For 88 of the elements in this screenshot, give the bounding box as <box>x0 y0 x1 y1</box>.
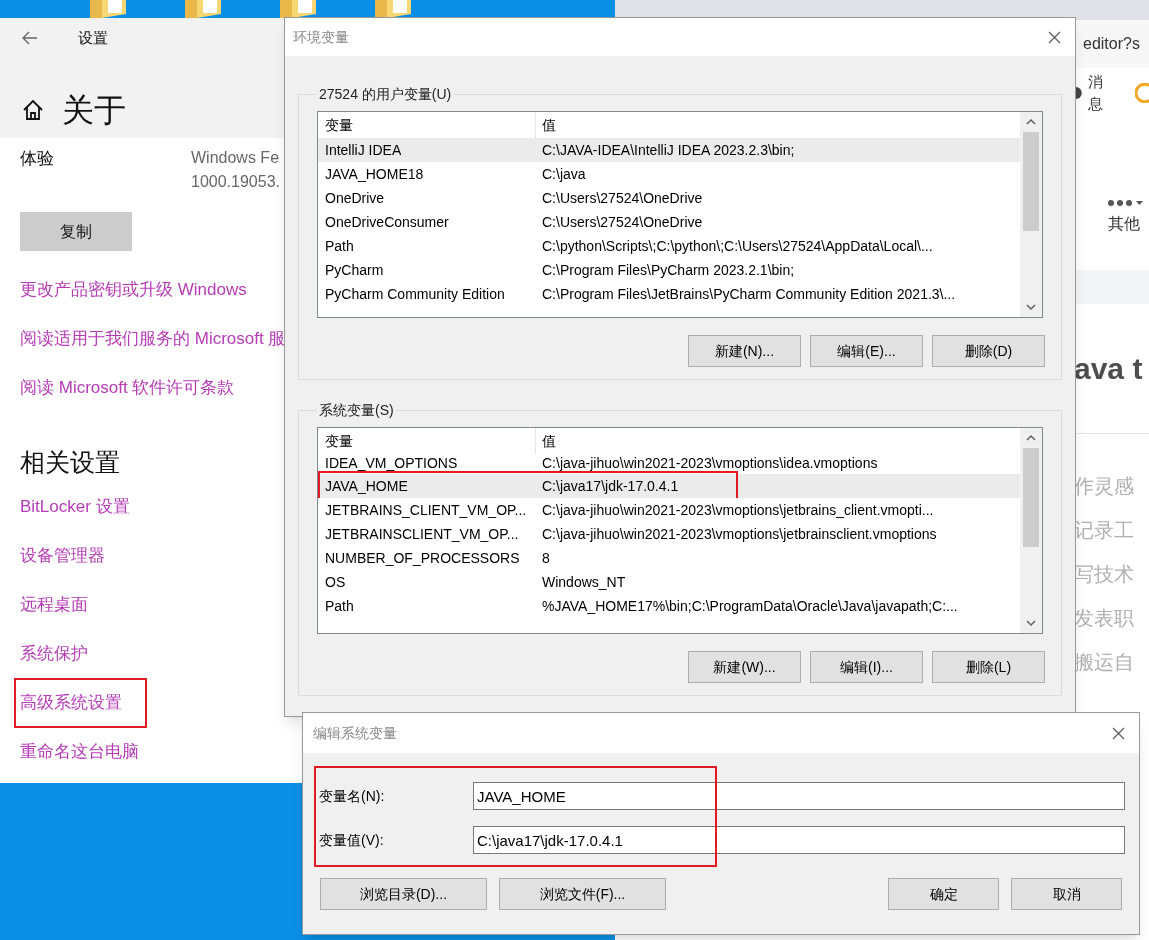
table-cell-text: OneDrive <box>324 188 386 208</box>
page-heading: 关于 <box>62 91 126 130</box>
article-heading: ava t <box>1074 351 1143 387</box>
dialog-button[interactable]: 新建(N)... <box>688 335 801 367</box>
more-dots-icon[interactable] <box>1108 198 1144 208</box>
table-cell-text: Path <box>324 596 355 616</box>
article-line: 记录工 <box>1074 518 1135 543</box>
window-title: 编辑系统变量 <box>313 723 397 743</box>
table-cell-text: %JAVA_HOME17%\bin;C:\ProgramData\Oracle\Java\javapath;C:... <box>541 596 958 616</box>
settings-link[interactable]: BitLocker 设置 <box>20 496 130 516</box>
section-heading: 相关设置 <box>20 447 120 478</box>
list-row[interactable]: JAVA_HOME C:\java17\jdk-17.0.4.1 <box>318 474 1020 498</box>
copy-button[interactable]: 复制 <box>20 212 132 251</box>
table-cell-text: IDEA_VM_OPTIONS <box>324 454 459 473</box>
table-cell-text: NUMBER_OF_PROCESSORS <box>324 548 521 568</box>
settings-link[interactable]: 设备管理器 <box>20 545 105 565</box>
table-cell-text: C:\java17\jdk-17.0.4.1 <box>541 476 679 496</box>
table-cell-text: PyCharm Community Edition <box>324 284 506 304</box>
dialog-button[interactable]: 浏览目录(D)... <box>320 878 487 910</box>
group-title: 27524 的用户变量(U) <box>318 85 453 104</box>
dialog-button[interactable]: 取消 <box>1011 878 1122 910</box>
column-header[interactable]: 值 <box>536 428 1020 454</box>
table-cell-text: C:\java-jihuo\win2021-2023\vmoptions\jetbrains_client.vmopti... <box>541 500 934 520</box>
chevron-up-icon[interactable] <box>1026 434 1036 442</box>
table-cell-text: JETBRAINS_CLIENT_VM_OP... <box>324 500 528 520</box>
table-cell-text: C:\Users\27524\OneDrive <box>541 188 703 208</box>
table-cell-text: C:\Program Files\PyCharm 2023.2.1\bin; <box>541 260 795 280</box>
article-line: 发表职 <box>1074 606 1135 631</box>
table-cell-text: C:\Users\27524\OneDrive <box>541 212 703 232</box>
scrollbar[interactable] <box>1020 428 1042 633</box>
folder-icon[interactable] <box>88 0 128 18</box>
folder-icon[interactable] <box>373 0 413 18</box>
table-cell-text: C:\java-jihuo\win2021-2023\vmoptions\idea.vmoptions <box>541 454 878 473</box>
table-cell-text: JAVA_HOME18 <box>324 164 425 184</box>
spec-label: 体验 <box>20 148 55 170</box>
table-cell-text: C:\python\Scripts\;C:\python\;C:\Users\27524\AppData\Local\... <box>541 236 933 256</box>
messages-link[interactable]: 消息 <box>1087 70 1118 116</box>
dialog-button[interactable]: 编辑(I)... <box>810 651 923 683</box>
column-header[interactable]: 值 <box>536 112 1020 138</box>
field-label: 变量值(V): <box>319 830 385 850</box>
table-cell-text: IntelliJ IDEA <box>324 140 403 160</box>
table-cell-text: JETBRAINSCLIENT_VM_OP... <box>324 524 520 544</box>
folder-icon[interactable] <box>183 0 223 18</box>
more-label[interactable]: 其他 <box>1108 212 1140 236</box>
table-cell-text: 8 <box>541 548 550 568</box>
input-field[interactable]: C:\java17\jdk-17.0.4.1 <box>473 826 1125 854</box>
chevron-down-icon[interactable] <box>1026 619 1036 627</box>
input-field[interactable]: JAVA_HOME <box>473 782 1125 810</box>
dialog-button[interactable]: 确定 <box>888 878 999 910</box>
scrollbar-thumb[interactable] <box>1023 448 1039 547</box>
table-cell-text: JAVA_HOME <box>324 476 409 496</box>
dialog-button[interactable]: 编辑(E)... <box>810 335 923 367</box>
spec-value: 1000.19053. <box>191 172 280 192</box>
home-icon[interactable] <box>22 99 44 121</box>
table-cell-text: Path <box>324 236 355 256</box>
window-title: 设置 <box>78 27 108 48</box>
dialog-button[interactable]: 删除(L) <box>932 651 1045 683</box>
settings-link[interactable]: 重命名这台电脑 <box>20 741 139 761</box>
group-title: 系统变量(S) <box>318 401 395 420</box>
settings-link[interactable]: 高级系统设置 <box>20 692 122 712</box>
scrollbar[interactable] <box>1020 112 1042 317</box>
address-text[interactable]: editor?s <box>1083 32 1140 56</box>
spec-value: Windows Fe <box>191 148 280 168</box>
folder-icon[interactable] <box>278 0 318 18</box>
scrollbar-thumb[interactable] <box>1023 132 1039 231</box>
table-cell-text: C:\java <box>541 164 586 184</box>
table-cell-text: C:\Program Files\JetBrains\PyCharm Community Edition 2021.3\... <box>541 284 956 304</box>
settings-link[interactable]: 系统保护 <box>20 643 88 663</box>
dialog-button[interactable]: 浏览文件(F)... <box>499 878 666 910</box>
dialog-button[interactable]: 删除(D) <box>932 335 1045 367</box>
back-arrow-icon[interactable] <box>22 31 38 45</box>
close-icon[interactable] <box>1048 30 1061 44</box>
settings-link[interactable]: 远程桌面 <box>20 594 88 614</box>
chevron-up-icon[interactable] <box>1026 118 1036 126</box>
table-cell-text: C:\JAVA-IDEA\IntelliJ IDEA 2023.2.3\bin; <box>541 140 795 160</box>
field-label: 变量名(N): <box>319 786 386 806</box>
table-cell-text: OS <box>324 572 347 592</box>
article-line: 作灵感 <box>1074 474 1135 499</box>
list-row[interactable]: IntelliJ IDEA C:\JAVA-IDEA\IntelliJ IDEA 2023.2.3\bin; <box>318 138 1020 162</box>
close-icon[interactable] <box>1112 726 1125 740</box>
table-cell-text: Windows_NT <box>541 572 626 592</box>
article-line: 搬运自 <box>1074 650 1135 675</box>
table-cell-text: OneDriveConsumer <box>324 212 450 232</box>
chevron-down-icon[interactable] <box>1026 303 1036 311</box>
table-cell-text: C:\java-jihuo\win2021-2023\vmoptions\jetbrainsclient.vmoptions <box>541 524 937 544</box>
dialog-button[interactable]: 新建(W)... <box>688 651 801 683</box>
table-cell-text: PyCharm <box>324 260 385 280</box>
window-title: 环境变量 <box>293 27 349 47</box>
